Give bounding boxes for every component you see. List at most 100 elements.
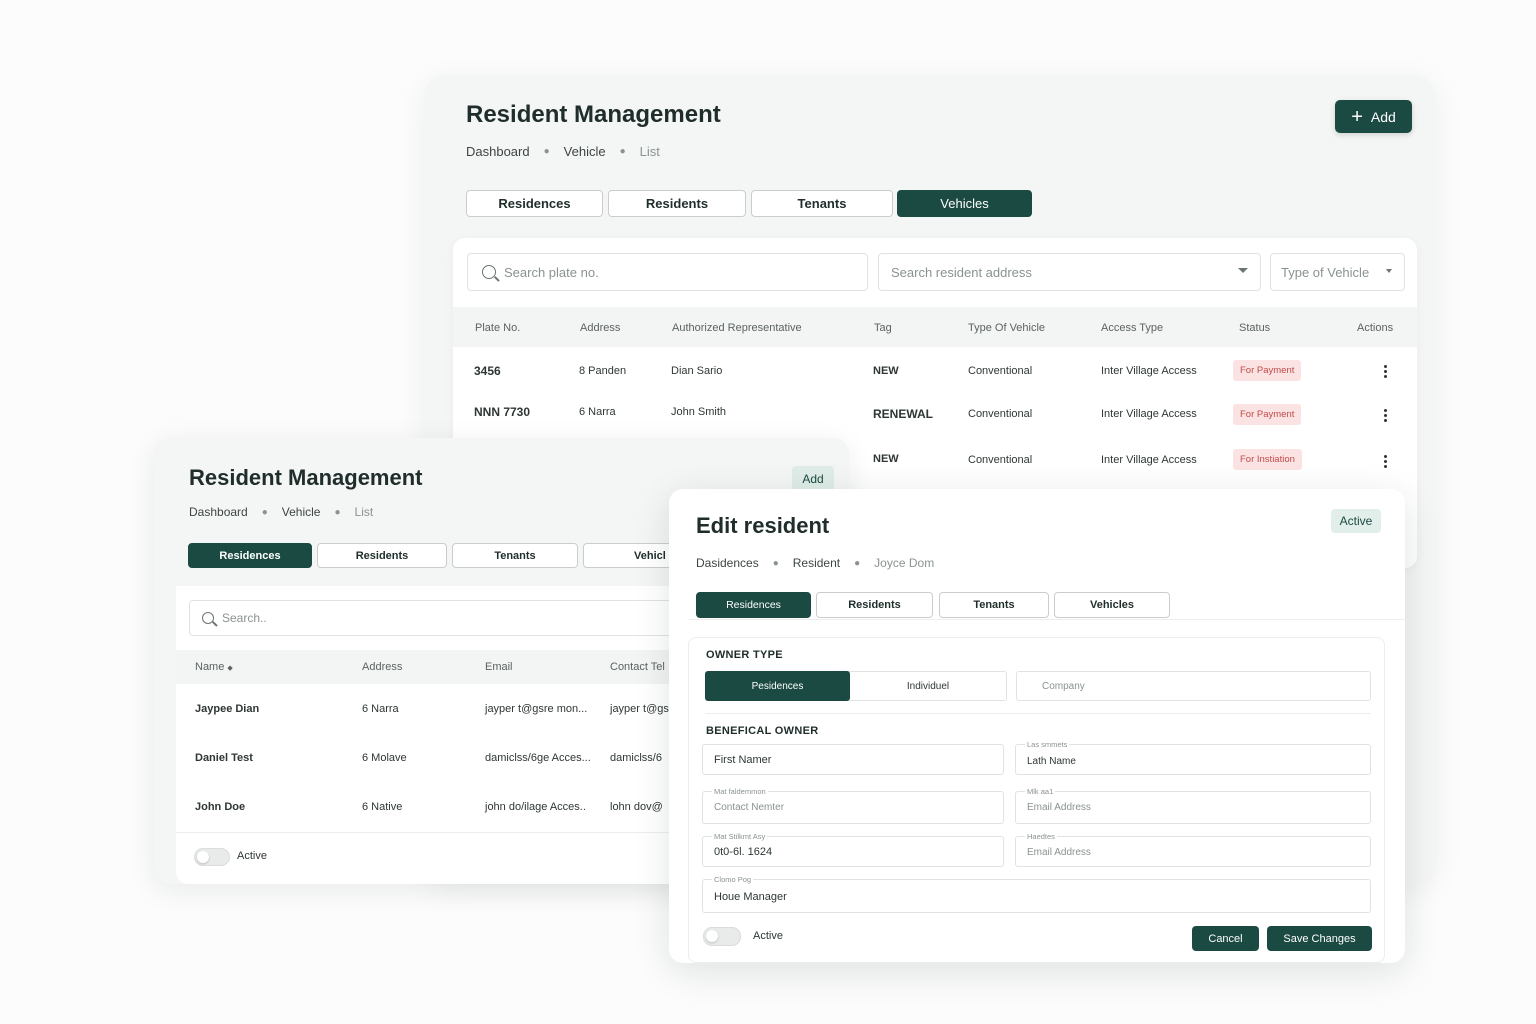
tag: NEW: [873, 453, 899, 465]
table-row[interactable]: 3456 8 Panden Dian Sario NEW Conventiona…: [453, 350, 1417, 392]
tab-vehicles[interactable]: Vehicl: [583, 543, 673, 568]
tab-tenants[interactable]: Tenants: [939, 592, 1049, 618]
breadcrumb: Dashboard ● Vehicle ● List: [189, 505, 374, 519]
more-vertical-icon[interactable]: [1384, 409, 1387, 424]
phone-field[interactable]: Mat Stilkmt Asy 0t0-6l. 1624: [702, 832, 1004, 867]
breadcrumb-vehicle[interactable]: Vehicle: [564, 144, 606, 159]
email-address-field[interactable]: Mlk aa1 Email Address: [1015, 787, 1371, 824]
col-rep[interactable]: Authorized Representative: [672, 322, 802, 334]
col-name[interactable]: Name ◆: [195, 661, 233, 673]
breadcrumb-dashboard[interactable]: Dashboard: [189, 505, 248, 519]
plate: 3456: [474, 364, 501, 378]
table-row[interactable]: NNN 7730 6 Narra John Smith RENEWAL Conv…: [453, 392, 1417, 434]
first-name-field[interactable]: First Namer: [702, 744, 1004, 775]
tab-residences[interactable]: Residences: [188, 543, 312, 568]
status-badge: For Instiation: [1233, 449, 1302, 470]
add-button-label: Add: [1370, 108, 1396, 125]
search-address-select[interactable]: Search resident address: [878, 253, 1261, 291]
last-name-label: Las smmets: [1025, 740, 1070, 749]
beneficial-owner-label: BENEFICAL OWNER: [706, 725, 819, 737]
owner-type-company-label: Company: [1042, 680, 1085, 692]
cancel-button[interactable]: Cancel: [1192, 926, 1259, 951]
resident-contact: jayper t@gs: [610, 703, 669, 715]
breadcrumb-list: List: [639, 144, 660, 159]
owner-type-residences[interactable]: Pesidences: [705, 671, 850, 701]
breadcrumb-vehicle[interactable]: Vehicle: [282, 505, 321, 519]
tab-residents[interactable]: Residents: [816, 592, 933, 618]
tab-vehicles[interactable]: Vehicles: [1054, 592, 1170, 618]
vehicle-type-select[interactable]: Type of Vehicle: [1270, 253, 1405, 291]
breadcrumb-residences[interactable]: Dasidences: [696, 556, 759, 570]
resident-form: OWNER TYPE Pesidences Individuel Company…: [688, 637, 1385, 963]
plate: NNN 7730: [474, 405, 531, 419]
save-changes-button[interactable]: Save Changes: [1267, 926, 1372, 951]
tab-residents[interactable]: Residents: [317, 543, 447, 568]
chevron-down-icon: [1386, 269, 1392, 273]
resident-email: john do/ilage Acces..: [485, 801, 586, 813]
breadcrumb-current: Joyce Dom: [874, 556, 935, 570]
breadcrumb: Dasidences ● Resident ● Joyce Dom: [696, 556, 935, 570]
breadcrumb-dashboard[interactable]: Dashboard: [466, 144, 530, 159]
add-button[interactable]: Add: [792, 466, 834, 491]
search-icon: [202, 612, 214, 624]
col-email[interactable]: Email: [485, 661, 513, 673]
resident-contact: damiclss/6: [610, 752, 662, 764]
owner-type-label: OWNER TYPE: [706, 649, 783, 661]
contact-number-placeholder: Contact Nemter: [714, 802, 785, 813]
owner-type-company[interactable]: Company: [1016, 671, 1371, 701]
divider: [689, 619, 1405, 620]
chevron-down-icon: [1238, 268, 1248, 273]
status-badge: For Payment: [1233, 360, 1302, 381]
col-contact[interactable]: Contact Tel: [610, 661, 665, 673]
owner-type-individual[interactable]: Individuel: [850, 672, 1006, 700]
tab-vehicles[interactable]: Vehicles: [897, 190, 1032, 217]
sort-icon: ◆: [227, 665, 233, 672]
tag: RENEWAL: [873, 407, 933, 421]
search-placeholder: Search..: [222, 611, 267, 625]
role-label: Clomo Pog: [712, 875, 754, 884]
breadcrumb: Dashboard ● Vehicle ● List: [466, 144, 660, 159]
vehicle-type-value: Type of Vehicle: [1281, 264, 1370, 280]
last-name-field[interactable]: Las smmets Lath Name: [1015, 740, 1371, 775]
active-toggle[interactable]: [194, 848, 230, 866]
phone-value: 0t0-6l. 1624: [714, 846, 773, 858]
resident-name: Daniel Test: [195, 752, 253, 764]
more-vertical-icon[interactable]: [1384, 455, 1387, 470]
more-vertical-icon[interactable]: [1384, 365, 1387, 380]
plus-icon: +: [1351, 105, 1363, 128]
search-plate-placeholder: Search plate no.: [504, 264, 599, 280]
col-type[interactable]: Type Of Vehicle: [968, 322, 1045, 334]
tab-tenants[interactable]: Tenants: [452, 543, 578, 568]
active-toggle-label: Active: [753, 930, 783, 942]
tab-tenants[interactable]: Tenants: [751, 190, 893, 217]
email-address-label: Mlk aa1: [1025, 787, 1056, 796]
status-badge: Active: [1331, 509, 1381, 533]
active-toggle[interactable]: [703, 927, 741, 946]
modal-title: Edit resident: [696, 513, 830, 538]
secondary-email-field[interactable]: Haedtes Email Address: [1015, 832, 1371, 867]
add-button[interactable]: + Add: [1335, 100, 1412, 133]
col-status[interactable]: Status: [1239, 322, 1270, 334]
access: Inter Village Access: [1101, 454, 1197, 466]
col-access[interactable]: Access Type: [1101, 322, 1163, 334]
edit-resident-modal: Edit resident Active Dasidences ● Reside…: [669, 489, 1405, 963]
tag: NEW: [873, 365, 899, 377]
tab-residents[interactable]: Residents: [608, 190, 746, 217]
breadcrumb-resident[interactable]: Resident: [793, 556, 840, 570]
address: 6 Narra: [579, 406, 616, 418]
type: Conventional: [968, 454, 1033, 466]
resident-contact: lohn dov@: [610, 801, 663, 813]
col-plate[interactable]: Plate No.: [475, 322, 520, 334]
role-value: Houe Manager: [714, 891, 787, 903]
tab-residences[interactable]: Residences: [696, 592, 811, 618]
resident-name: Jaypee Dian: [195, 703, 260, 715]
col-address[interactable]: Address: [580, 322, 620, 334]
search-plate-input[interactable]: Search plate no.: [467, 253, 868, 291]
role-field[interactable]: Clomo Pog Houe Manager: [702, 875, 1371, 913]
col-tag[interactable]: Tag: [874, 322, 892, 334]
search-input[interactable]: Search..: [189, 600, 689, 636]
col-address[interactable]: Address: [362, 661, 402, 673]
contact-number-field[interactable]: Mat faldemmon Contact Nemter: [702, 787, 1004, 824]
tab-residences[interactable]: Residences: [466, 190, 603, 217]
resident-address: 6 Native: [362, 801, 403, 813]
